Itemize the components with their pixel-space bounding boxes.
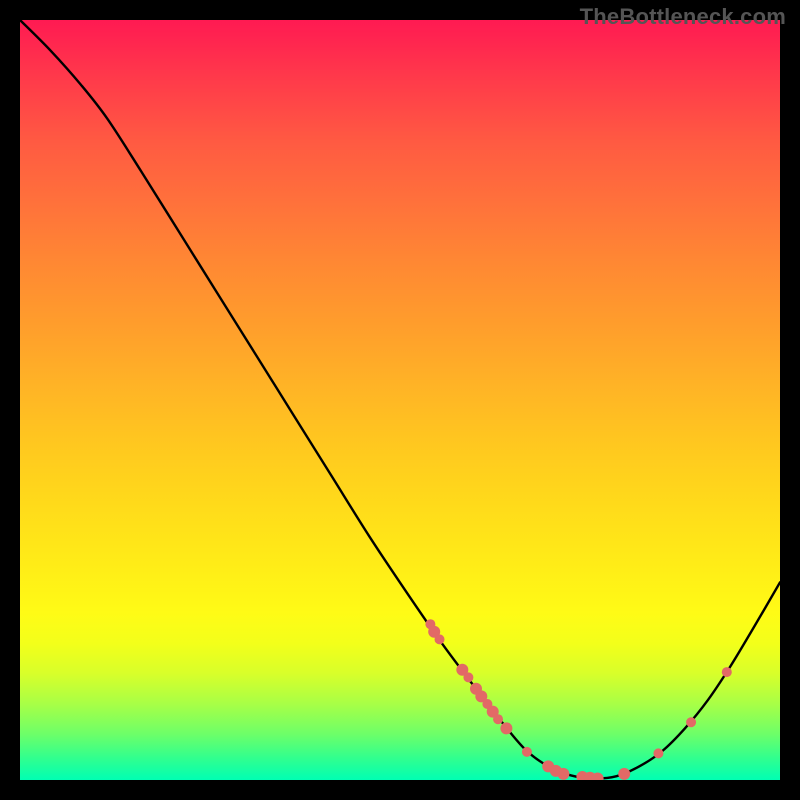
plot-area — [20, 20, 780, 780]
chart-container: TheBottleneck.com — [0, 0, 800, 800]
watermark-text: TheBottleneck.com — [580, 4, 786, 30]
